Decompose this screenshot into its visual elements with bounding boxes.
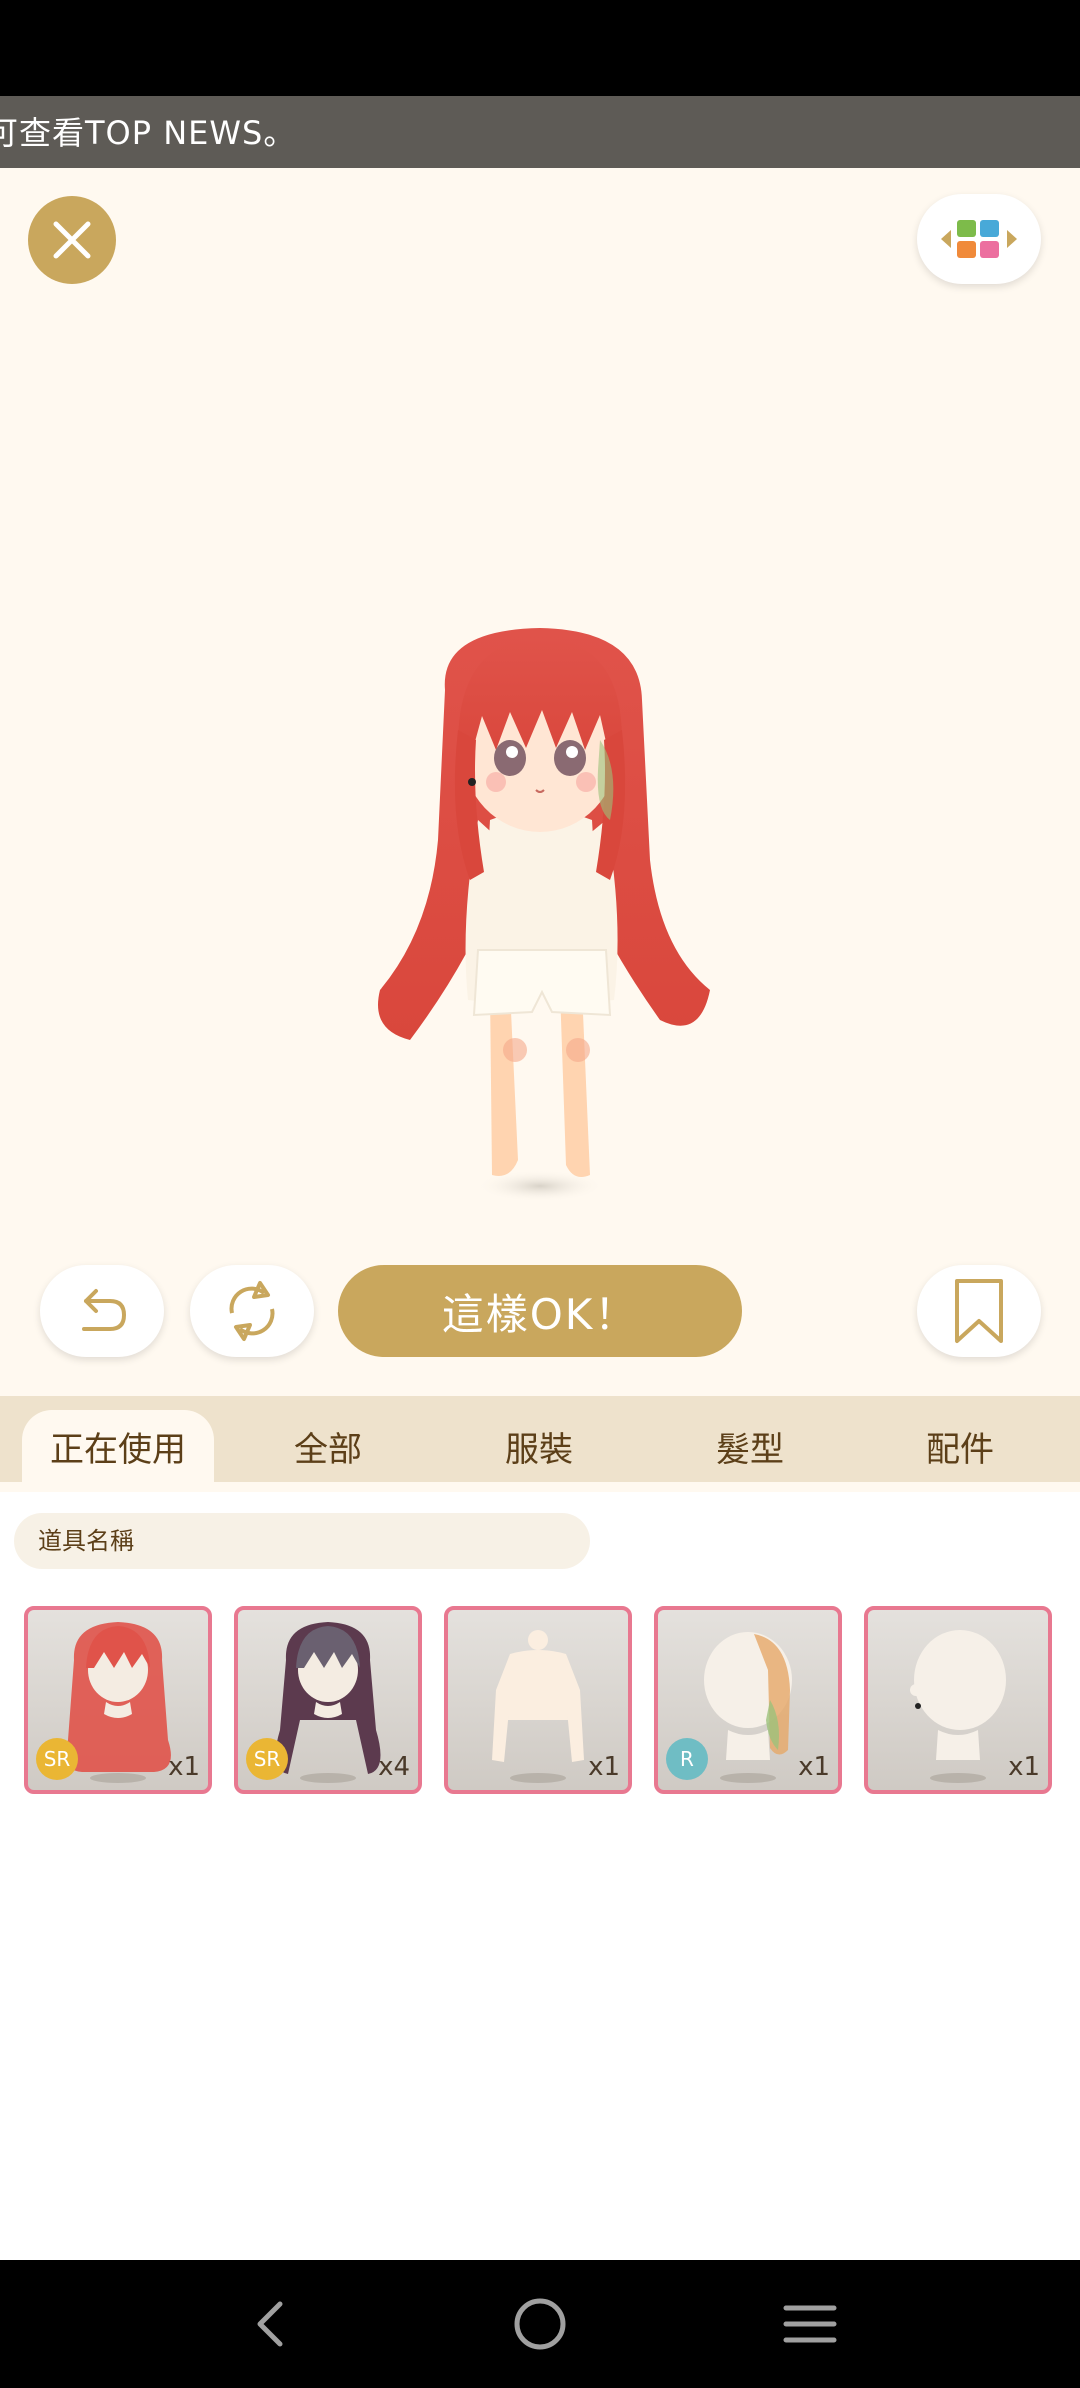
back-icon <box>257 2301 283 2347</box>
system-nav-bar <box>0 2260 1080 2388</box>
rarity-badge: SR <box>246 1738 288 1780</box>
rotate-icon <box>229 1281 275 1341</box>
grid-switch-icon <box>941 220 1017 258</box>
tab-clothing[interactable]: 服裝 <box>443 1410 635 1482</box>
bookmark-button[interactable] <box>917 1265 1041 1357</box>
grid-switch-button[interactable] <box>917 194 1041 284</box>
ticker-text: 可查看TOP NEWS。 <box>0 114 297 152</box>
avatar-character <box>378 628 710 1202</box>
tab-in-use[interactable]: 正在使用 <box>22 1410 214 1482</box>
nav-menu-button[interactable] <box>750 2288 870 2360</box>
undo-button[interactable] <box>40 1265 164 1357</box>
home-icon <box>514 2298 566 2350</box>
item-quantity: x1 <box>1008 1752 1040 1782</box>
bookmark-icon <box>955 1279 1003 1343</box>
menu-icon <box>783 2305 837 2343</box>
item-card-gradient-accessory[interactable]: R x1 <box>654 1606 842 1794</box>
item-quantity: x1 <box>798 1752 830 1782</box>
item-card-dark-hair[interactable]: SR x4 <box>234 1606 422 1794</box>
status-bar <box>0 0 1080 96</box>
tab-label: 髮型 <box>716 1429 784 1470</box>
item-quantity: x1 <box>168 1752 200 1782</box>
item-search-input[interactable] <box>38 1527 590 1555</box>
rarity-badge: R <box>666 1738 708 1780</box>
tab-label: 配件 <box>926 1429 994 1470</box>
item-card-earring[interactable]: x1 <box>864 1606 1052 1794</box>
nav-back-button[interactable] <box>210 2288 330 2360</box>
tab-accessories[interactable]: 配件 <box>864 1410 1056 1482</box>
nav-home-button[interactable] <box>480 2288 600 2360</box>
item-quantity: x4 <box>378 1752 410 1782</box>
confirm-ok-button[interactable]: 這樣OK！ <box>338 1265 742 1357</box>
rotate-button[interactable] <box>190 1265 314 1357</box>
news-ticker[interactable]: 可查看TOP NEWS。 <box>0 96 1080 168</box>
tab-label: 全部 <box>294 1429 362 1470</box>
close-button[interactable] <box>28 196 116 284</box>
item-card-sweater[interactable]: x1 <box>444 1606 632 1794</box>
tab-label: 服裝 <box>505 1429 573 1470</box>
rarity-badge: SR <box>36 1738 78 1780</box>
item-card-red-hair[interactable]: SR x1 <box>24 1606 212 1794</box>
close-icon <box>53 221 91 259</box>
item-search-field[interactable] <box>14 1513 590 1569</box>
confirm-ok-label: 這樣OK！ <box>441 1289 639 1339</box>
item-quantity: x1 <box>588 1752 620 1782</box>
tab-all[interactable]: 全部 <box>232 1410 424 1482</box>
tabs-divider <box>0 1482 1080 1492</box>
tab-label: 正在使用 <box>50 1429 186 1470</box>
tab-hairstyle[interactable]: 髮型 <box>654 1410 846 1482</box>
category-tabs: 正在使用 全部 服裝 髮型 配件 <box>0 1396 1080 1482</box>
undo-icon <box>82 1289 127 1331</box>
